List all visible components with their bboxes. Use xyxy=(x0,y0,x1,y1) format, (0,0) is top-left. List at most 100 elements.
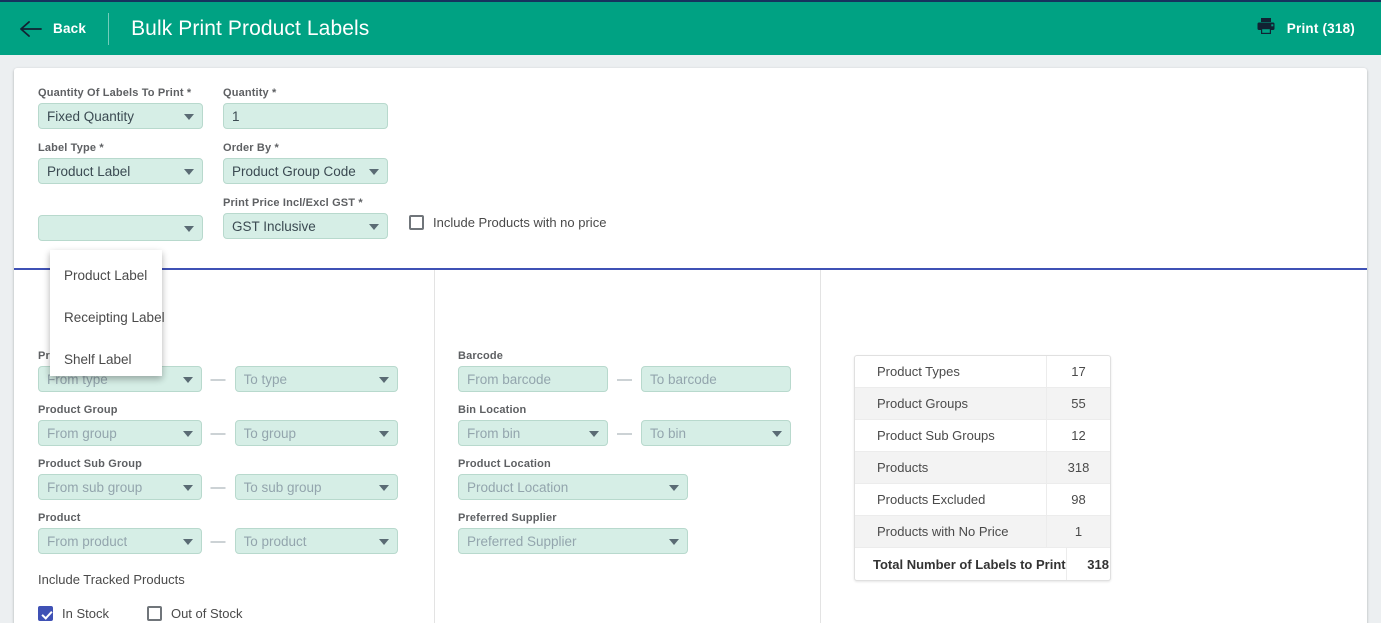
field-label: Product Group xyxy=(38,404,118,416)
chevron-down-icon xyxy=(379,539,389,545)
print-button[interactable]: Print (318) xyxy=(1246,1,1381,56)
label-type-select[interactable]: Product Label xyxy=(38,158,203,184)
summary-row-name: Products xyxy=(877,460,929,475)
product-group-to-select[interactable]: To group xyxy=(234,420,398,446)
product-to-value: To product xyxy=(243,533,307,549)
chevron-down-icon xyxy=(379,431,389,437)
bin-from-select[interactable]: From bin xyxy=(458,420,608,446)
preferred-supplier-value: Preferred Supplier xyxy=(467,533,577,549)
field-label: Bin Location xyxy=(458,404,527,416)
product-type-to-select[interactable]: To type xyxy=(234,366,398,392)
barcode-from-value: From barcode xyxy=(467,371,552,387)
preferred-supplier-select[interactable]: Preferred Supplier xyxy=(458,528,688,554)
main-card: Quantity Of Labels To Print * Fixed Quan… xyxy=(14,68,1367,623)
out-of-stock-checkbox-row[interactable]: Out of Stock xyxy=(146,606,243,621)
chevron-down-icon xyxy=(379,485,389,491)
range-dash: — xyxy=(210,532,226,550)
bin-to-value: To bin xyxy=(650,425,687,441)
chevron-down-icon xyxy=(669,539,679,545)
filters-section: Product Type From type — To type Product… xyxy=(14,270,1367,623)
field-label: Order By * xyxy=(223,142,279,154)
product-sub-group-to-value: To sub group xyxy=(243,479,322,495)
filter-preferred-supplier: Preferred Supplier Preferred Supplier xyxy=(458,512,688,554)
product-group-from-select[interactable]: From group xyxy=(38,420,202,446)
field-label: Quantity * xyxy=(223,87,277,99)
in-stock-checkbox-row[interactable]: In Stock xyxy=(38,606,109,621)
field-obscured-left xyxy=(38,197,203,241)
product-sub-group-from-select[interactable]: From sub group xyxy=(38,474,202,500)
back-label: Back xyxy=(53,21,87,36)
product-to-select[interactable]: To product xyxy=(234,528,398,554)
header-divider xyxy=(108,12,110,45)
chevron-down-icon xyxy=(669,485,679,491)
product-group-from-value: From group xyxy=(47,425,117,441)
chevron-down-icon xyxy=(182,431,193,437)
print-label: Print (318) xyxy=(1286,21,1355,36)
dropdown-option-shelf-label[interactable]: Shelf Label xyxy=(50,338,162,380)
checkbox-icon[interactable] xyxy=(409,215,424,230)
bin-to-select[interactable]: To bin xyxy=(641,420,791,446)
tracked-stock-checkbox-group: In Stock Out of Stock xyxy=(38,606,243,621)
label-type-dropdown-menu[interactable]: Product Label Receipting Label Shelf Lab… xyxy=(50,250,165,376)
table-row: Products with No Price 1 xyxy=(855,516,1110,548)
range-dash: — xyxy=(210,370,226,388)
barcode-to-input[interactable]: To barcode xyxy=(641,366,791,392)
chevron-down-icon xyxy=(182,539,193,545)
filter-product-sub-group: Product Sub Group From sub group — To su… xyxy=(38,458,398,500)
arrow-left-icon xyxy=(20,20,42,37)
field-label: Barcode xyxy=(458,350,504,362)
include-no-price-checkbox-row[interactable]: Include Products with no price xyxy=(409,215,606,230)
product-group-to-value: To group xyxy=(243,425,297,441)
summary-row-name: Products Excluded xyxy=(877,492,986,507)
dropdown-option-product-label[interactable]: Product Label xyxy=(50,254,162,296)
range-dash: — xyxy=(210,478,226,496)
order-by-select[interactable]: Product Group Code xyxy=(223,158,388,184)
product-sub-group-to-select[interactable]: To sub group xyxy=(234,474,398,500)
in-stock-label: In Stock xyxy=(62,606,109,621)
table-row: Products Excluded 98 xyxy=(855,484,1110,516)
filter-barcode: Barcode From barcode — To barcode xyxy=(458,350,798,392)
product-location-select[interactable]: Product Location xyxy=(458,474,688,500)
checkbox-icon[interactable] xyxy=(146,606,162,621)
field-quantity-of-labels-to-print: Quantity Of Labels To Print * Fixed Quan… xyxy=(38,87,203,129)
chevron-down-icon xyxy=(369,169,379,175)
chevron-down-icon xyxy=(182,377,193,383)
chevron-down-icon xyxy=(369,224,379,230)
product-from-select[interactable]: From product xyxy=(38,528,202,554)
field-label: Quantity Of Labels To Print * xyxy=(38,87,192,99)
field-print-price-gst: Print Price Incl/Excl GST * GST Inclusiv… xyxy=(223,197,388,239)
field-quantity: Quantity * 1 xyxy=(223,87,388,129)
summary-row-value: 98 xyxy=(1046,484,1110,515)
chevron-down-icon xyxy=(184,169,194,175)
range-dash: — xyxy=(210,424,226,442)
summary-row-name: Product Groups xyxy=(877,396,969,411)
quantity-mode-select[interactable]: Fixed Quantity xyxy=(38,103,203,129)
obscured-select[interactable] xyxy=(38,215,203,241)
summary-row-name: Product Types xyxy=(877,364,960,379)
filter-product-group: Product Group From group — To group xyxy=(38,404,398,446)
summary-row-value: 55 xyxy=(1046,388,1110,419)
summary-table: Product Types 17 Product Groups 55 Produ… xyxy=(854,355,1111,581)
chevron-down-icon xyxy=(184,114,194,120)
field-label: Product Sub Group xyxy=(38,458,142,470)
label-type-value: Product Label xyxy=(47,163,131,179)
product-sub-group-from-value: From sub group xyxy=(47,479,143,495)
column-divider-1 xyxy=(434,270,435,623)
field-label: Product Location xyxy=(458,458,551,470)
out-of-stock-label: Out of Stock xyxy=(170,606,243,621)
include-no-price-label: Include Products with no price xyxy=(433,215,607,230)
table-row: Product Groups 55 xyxy=(855,388,1110,420)
quantity-input[interactable]: 1 xyxy=(223,103,388,129)
back-button[interactable]: Back xyxy=(0,1,108,56)
gst-select[interactable]: GST Inclusive xyxy=(223,213,388,239)
dropdown-option-receipting-label[interactable]: Receipting Label xyxy=(50,296,165,338)
barcode-from-input[interactable]: From barcode xyxy=(458,366,608,392)
quantity-value: 1 xyxy=(232,108,240,124)
range-dash: — xyxy=(617,370,632,388)
summary-row-value: 12 xyxy=(1046,420,1110,451)
bin-from-value: From bin xyxy=(467,425,521,441)
checkbox-checked-icon[interactable] xyxy=(38,606,53,621)
table-row-total: Total Number of Labels to Print 318 xyxy=(855,548,1110,580)
field-label-type: Label Type * Product Label xyxy=(38,142,203,184)
filter-product-location: Product Location Product Location xyxy=(458,458,688,500)
